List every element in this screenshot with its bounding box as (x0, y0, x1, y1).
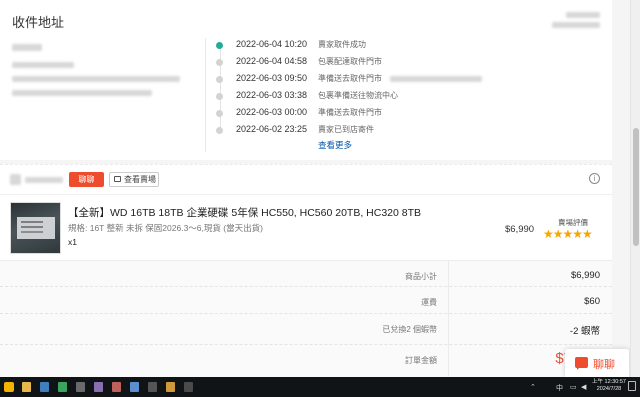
input-method-indicator[interactable]: 中 (556, 383, 563, 393)
timeline-desc: 賣家取件成功 (318, 40, 366, 49)
app-window: 收件地址 2022-06-04 10:20 賣家取件成功 2022-06-04 … (0, 0, 640, 397)
summary-value: -2 蝦幣 (569, 326, 600, 337)
redacted-logistics-id-2 (552, 22, 600, 28)
summary-label: 商品小計 (405, 272, 437, 281)
redacted-shop-name[interactable] (25, 177, 63, 183)
volume-icon[interactable]: ◀ (581, 383, 586, 391)
shop-bar: 聊聊 查看賣場 i (0, 165, 612, 195)
hard-drive-label-image (17, 217, 55, 239)
timeline-dot (216, 127, 223, 134)
summary-value: $6,990 (570, 270, 600, 281)
product-price: $6,990 (505, 224, 535, 235)
timeline-item: 2022-06-03 03:38 包裹準備送往物流中心 (216, 89, 606, 105)
app-icon[interactable] (76, 382, 85, 392)
summary-label: 訂單金額 (405, 356, 437, 365)
address-card: 收件地址 2022-06-04 10:20 賣家取件成功 2022-06-04 … (0, 0, 612, 160)
product-name[interactable]: 【全新】WD 16TB 18TB 企業硬碟 5年保 HC550, HC560 2… (68, 205, 421, 220)
shop-product-card: 聊聊 查看賣場 i 【全新】WD 16TB 18TB 企業硬碟 5年保 HC55… (0, 164, 612, 260)
redacted-recipient-name (12, 44, 42, 51)
timeline-dot (216, 59, 223, 66)
payment-summary: 商品小計 $6,990 運費 $60 已兌換2 個蝦幣 -2 蝦幣 訂單金額 $… (0, 260, 612, 377)
app-icon[interactable] (148, 382, 157, 392)
vertical-scrollbar[interactable] (630, 0, 640, 377)
timeline-item: 2022-06-03 00:00 準備送去取件門市 (216, 106, 606, 122)
order-detail-page: 收件地址 2022-06-04 10:20 賣家取件成功 2022-06-04 … (0, 0, 630, 377)
timeline-time: 2022-06-03 00:00 (236, 107, 308, 117)
timeline-dot-active (216, 42, 223, 49)
scrollbar-thumb[interactable] (633, 128, 639, 246)
app-icon[interactable] (166, 382, 175, 392)
redacted-shop-avatar (10, 174, 21, 185)
chat-with-seller-button[interactable]: 聊聊 (69, 172, 104, 187)
timeline-desc: 準備送去取件門市 (318, 108, 382, 117)
redacted-recipient-phone (12, 62, 74, 68)
chat-bubble-icon (575, 357, 588, 370)
notification-icon[interactable] (628, 381, 636, 391)
summary-label: 已兌換2 個蝦幣 (382, 325, 437, 334)
view-shop-button[interactable]: 查看賣場 (109, 172, 159, 187)
system-clock[interactable]: 上午 12:30:57 2024/7/28 (592, 379, 626, 393)
app-icon[interactable] (40, 382, 49, 392)
timeline-desc: 準備送去取件門市 (318, 74, 382, 83)
timeline-time: 2022-06-03 03:38 (236, 90, 308, 100)
file-explorer-icon[interactable] (22, 382, 31, 392)
summary-value: $60 (584, 296, 600, 307)
app-icon[interactable] (58, 382, 67, 392)
timeline-time: 2022-06-02 23:25 (236, 124, 308, 134)
info-icon[interactable]: i (589, 173, 600, 184)
redacted-logistics-id (566, 12, 600, 18)
timeline-item: 2022-06-04 10:20 賣家取件成功 (216, 38, 606, 54)
timeline-item: 2022-06-04 04:58 包裹配達取件門市 (216, 55, 606, 71)
address-title: 收件地址 (12, 15, 65, 30)
timeline-item: 2022-06-02 23:25 賣家已到店寄件 (216, 123, 606, 139)
app-icon[interactable] (130, 382, 139, 392)
timeline-time: 2022-06-04 04:58 (236, 56, 308, 66)
redacted-recipient-address-2 (12, 90, 152, 96)
summary-row-total: 訂單金額 $7 (0, 344, 612, 376)
see-more-link[interactable]: 查看更多 (318, 139, 352, 151)
timeline-dot (216, 110, 223, 117)
taskbar: ⌃ 中 ▭ ◀ 上午 12:30:57 2024/7/28 (0, 377, 640, 397)
network-icon[interactable]: ▭ (570, 383, 577, 391)
view-shop-label: 查看賣場 (124, 175, 156, 184)
tray-chevron-icon[interactable]: ⌃ (530, 383, 536, 391)
product-thumbnail[interactable] (10, 202, 61, 254)
app-icon[interactable] (94, 382, 103, 392)
timeline-desc: 賣家已到店寄件 (318, 125, 374, 134)
timeline-dot (216, 76, 223, 83)
product-variation: 規格: 16T 整新 未拆 保固2026.3～6,現貨 (當天出貨) (68, 223, 263, 233)
shop-icon (114, 176, 121, 182)
timeline-desc: 包裹準備送往物流中心 (318, 91, 398, 100)
floating-chat-button[interactable]: 聊聊 (565, 349, 629, 377)
app-icon[interactable] (184, 382, 193, 392)
timeline-time: 2022-06-04 10:20 (236, 39, 308, 49)
timeline-desc: 包裹配達取件門市 (318, 57, 382, 66)
timeline-time: 2022-06-03 09:50 (236, 73, 308, 83)
redacted-recipient-address (12, 76, 180, 82)
timeline-dot (216, 93, 223, 100)
clock-date: 2024/7/28 (596, 386, 622, 392)
product-quantity: x1 (68, 237, 77, 247)
summary-divider (448, 314, 449, 345)
clock-time: 上午 12:30:57 (592, 379, 626, 385)
floating-chat-label: 聊聊 (593, 359, 615, 371)
app-icon[interactable] (112, 382, 121, 392)
summary-row-coins: 已兌換2 個蝦幣 -2 蝦幣 (0, 313, 612, 345)
address-divider (205, 38, 206, 152)
redacted-store-name (390, 76, 482, 82)
summary-divider (448, 345, 449, 376)
summary-label: 運費 (421, 298, 437, 307)
rating-stars[interactable]: ★★★★★ (543, 227, 593, 241)
start-icon[interactable] (4, 382, 14, 392)
timeline-item: 2022-06-03 09:50 準備送去取件門市 (216, 72, 606, 88)
